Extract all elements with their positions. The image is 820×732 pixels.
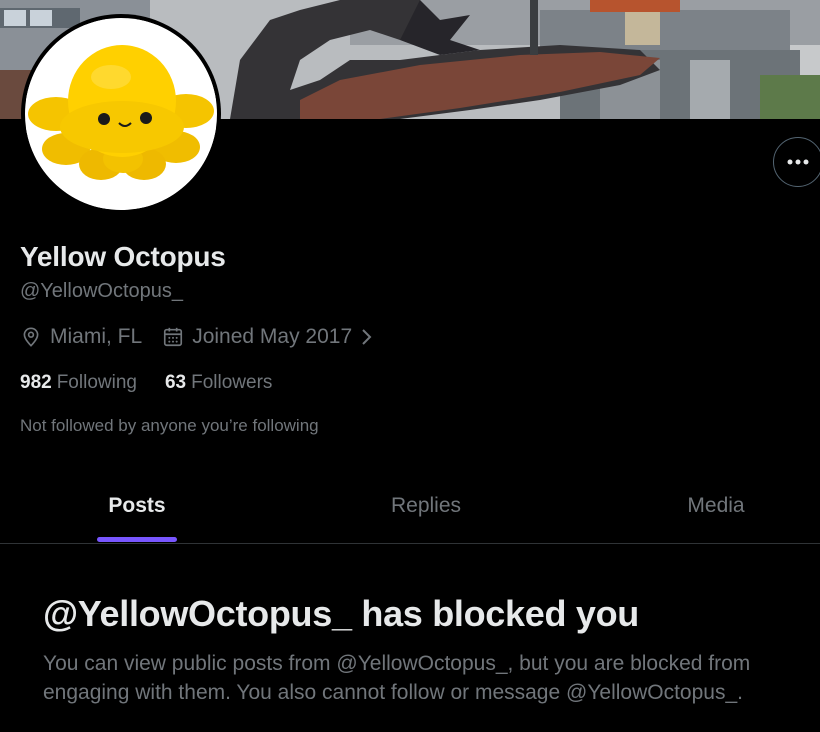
following-label: Following: [56, 372, 137, 393]
following-count: 982: [20, 372, 52, 393]
tab-posts-label: Posts: [108, 493, 166, 517]
location-text: Miami, FL: [50, 325, 143, 348]
tab-replies-label: Replies: [390, 493, 462, 517]
octopus-avatar-image: [26, 19, 216, 209]
followers-link[interactable]: 63 Followers: [165, 372, 272, 394]
joined-text: Joined May 2017: [192, 325, 353, 348]
tab-replies[interactable]: Replies: [289, 468, 563, 543]
tab-posts[interactable]: Posts: [0, 468, 274, 543]
profile-stats: 982 Following 63 Followers: [20, 372, 300, 394]
location-pin-icon: [23, 327, 39, 347]
followers-you-know-note: Not followed by anyone you’re following: [20, 416, 319, 435]
calendar-icon: [164, 327, 183, 347]
more-options-button[interactable]: [773, 137, 820, 187]
profile-meta: Miami, FL Joined May 2017: [20, 322, 376, 352]
profile-avatar[interactable]: [21, 14, 221, 214]
profile-joined[interactable]: Joined May 2017: [162, 325, 376, 349]
profile-location: Miami, FL: [20, 325, 142, 349]
profile-handle: @YellowOctopus_: [20, 280, 183, 302]
profile-name: Yellow Octopus: [20, 241, 226, 272]
tab-media-label: Media: [687, 493, 745, 517]
tab-media[interactable]: Media: [579, 468, 820, 543]
followers-count: 63: [164, 372, 187, 393]
blocked-title: @YellowOctopus_ has blocked you: [43, 593, 639, 634]
more-horizontal-icon: [787, 159, 809, 165]
following-link[interactable]: 982 Following: [20, 372, 137, 394]
active-tab-indicator: [97, 537, 177, 542]
chevron-right-icon: [362, 329, 372, 345]
profile-tabs: Posts Replies Media: [0, 468, 820, 544]
followers-label: Followers: [191, 372, 273, 393]
blocked-description: You can view public posts from @YellowOc…: [43, 652, 751, 704]
avatar-image-frame: [25, 18, 217, 210]
